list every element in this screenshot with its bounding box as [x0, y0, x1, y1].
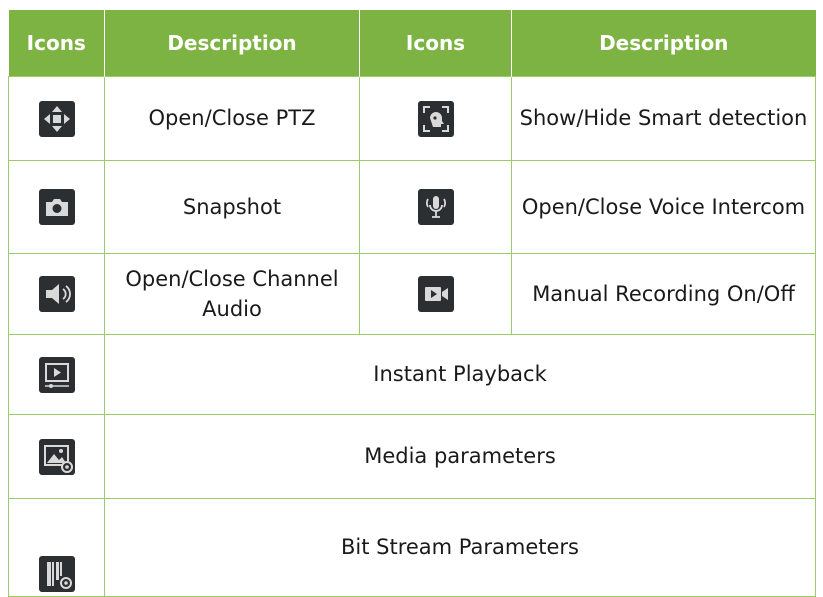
microphone-icon [417, 189, 454, 225]
icon-cell [8, 334, 105, 415]
header-icons-2: Icons [359, 10, 512, 77]
header-description-2: Description [511, 10, 816, 77]
table-header-row: Icons Description Icons Description [8, 10, 816, 77]
description-cell: Open/Close Channel Audio [104, 253, 360, 335]
description-cell: Snapshot [104, 160, 360, 254]
description-cell: Instant Playback [104, 334, 816, 415]
table-row: Open/Close PTZ Show/Hide Smart detection [8, 76, 816, 161]
icon-cell [8, 160, 105, 254]
description-cell: Show/Hide Smart detection [511, 76, 816, 161]
icon-cell [8, 498, 105, 597]
video-record-icon [417, 276, 454, 312]
page: Icons Description Icons Description Open… [0, 0, 823, 597]
table-row: Media parameters [8, 414, 816, 499]
description-cell: Manual Recording On/Off [511, 253, 816, 335]
description-text: Manual Recording On/Off [532, 281, 795, 306]
description-text: Media parameters [364, 444, 556, 469]
table-row: Open/Close Channel Audio Manual Recordin… [8, 253, 816, 335]
icon-cell [8, 76, 105, 161]
description-cell: Bit Stream Parameters [104, 498, 816, 597]
bitstream-settings-icon [38, 556, 75, 592]
media-settings-icon [38, 438, 75, 475]
table-row: Snapshot Open/Close Voice Intercom [8, 160, 816, 254]
header-icons-1: Icons [8, 10, 105, 77]
description-text: Show/Hide Smart detection [519, 106, 808, 131]
description-text: Bit Stream Parameters [340, 535, 579, 560]
description-cell: Open/Close Voice Intercom [511, 160, 816, 254]
icon-cell [8, 414, 105, 499]
table-row: Bit Stream Parameters [8, 498, 816, 597]
description-cell: Open/Close PTZ [104, 76, 360, 161]
description-text: Open/Close PTZ [148, 106, 316, 131]
description-text: Instant Playback [373, 362, 547, 387]
playback-icon [38, 356, 75, 393]
table-row: Instant Playback [8, 334, 816, 415]
icon-cell [8, 253, 105, 335]
icon-cell [359, 76, 512, 161]
smart-detection-icon [417, 100, 454, 137]
description-cell: Media parameters [104, 414, 816, 499]
ptz-icon [38, 100, 75, 137]
description-text: Open/Close Channel Audio [125, 266, 339, 321]
camera-icon [38, 189, 75, 225]
description-text: Snapshot [182, 194, 282, 219]
icon-cell [359, 160, 512, 254]
speaker-icon [38, 276, 75, 312]
header-description-1: Description [104, 10, 360, 77]
description-text: Open/Close Voice Intercom [521, 194, 806, 219]
icon-cell [359, 253, 512, 335]
icon-description-table: Icons Description Icons Description Open… [8, 10, 816, 597]
